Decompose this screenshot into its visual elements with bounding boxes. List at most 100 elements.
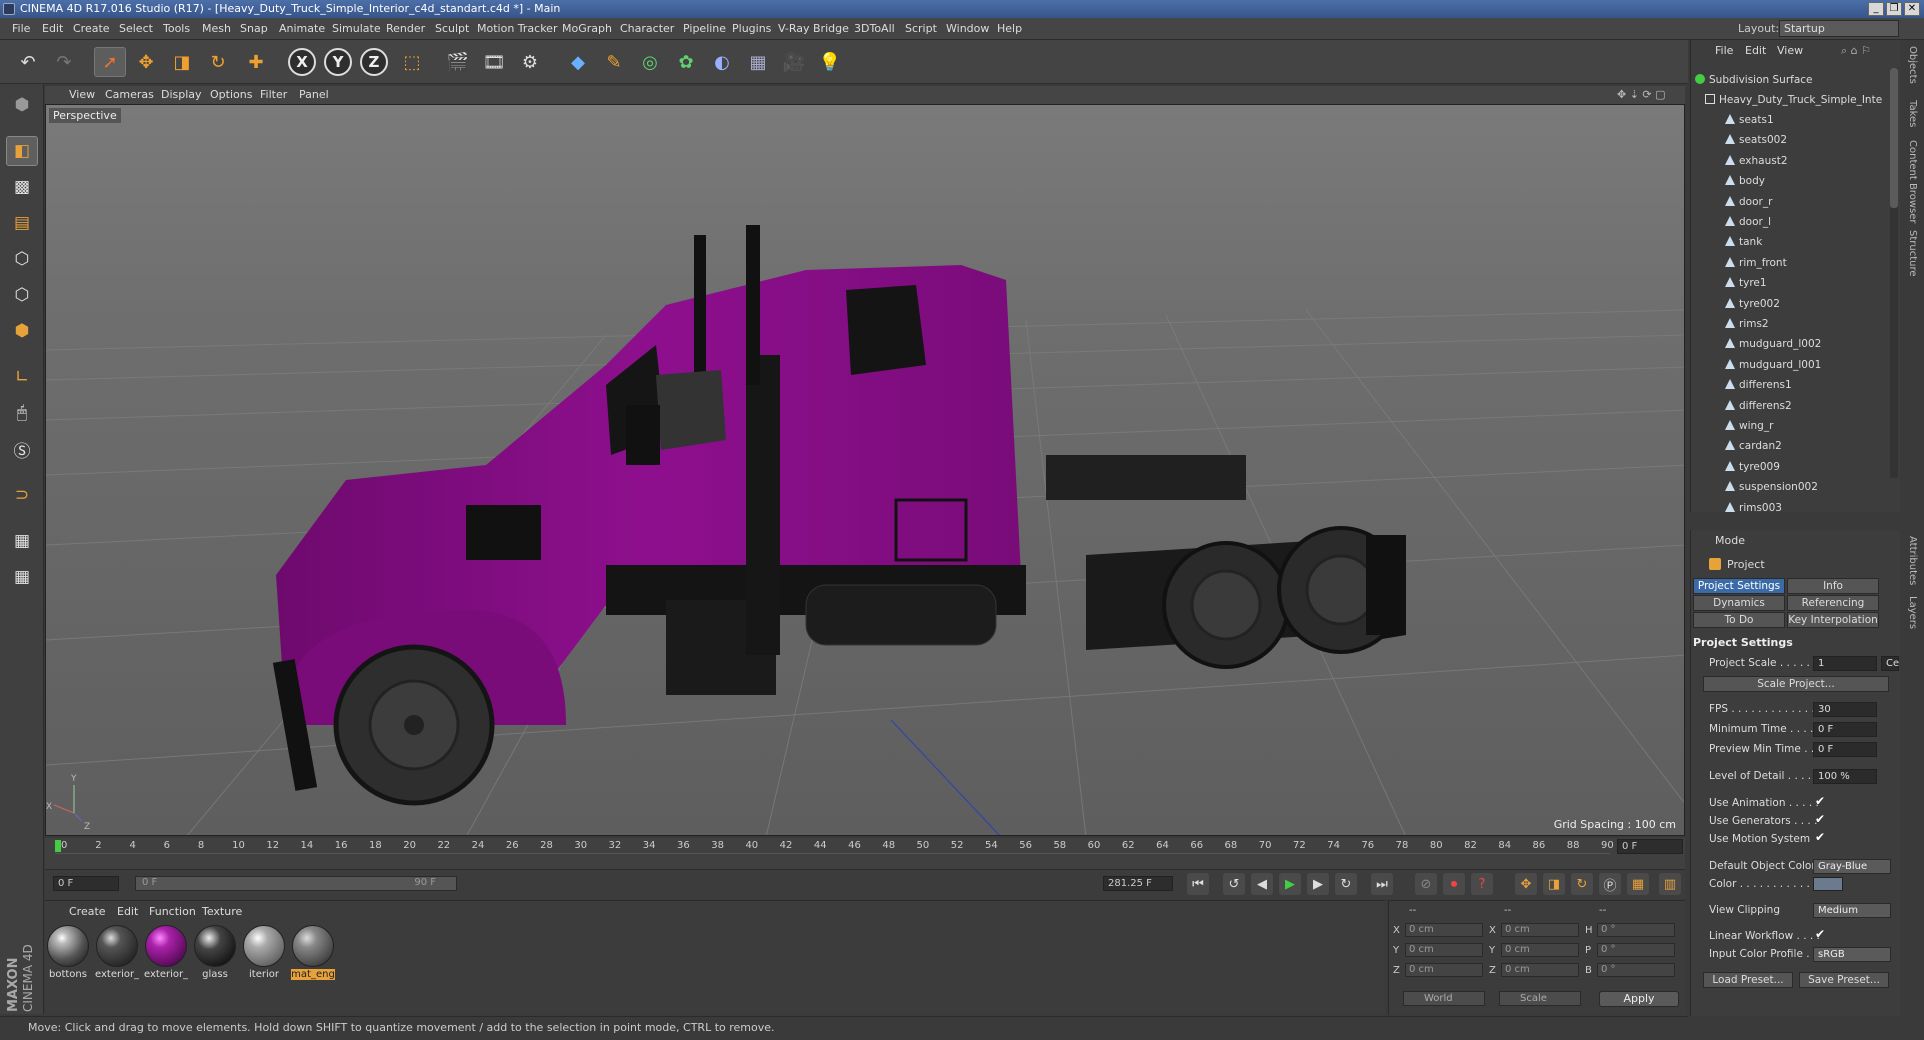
planar-workplane-icon[interactable]: ▦ <box>6 562 38 592</box>
tweak-mode-icon[interactable]: 🖱 <box>6 398 38 428</box>
apply-button[interactable]: Apply <box>1599 991 1679 1007</box>
tab-key-interpolation[interactable]: Key Interpolation <box>1787 612 1879 628</box>
menu-mograph[interactable]: MoGraph <box>562 22 612 35</box>
material-bottons[interactable]: bottons <box>46 925 90 987</box>
size-y-field[interactable]: 0 cm <box>1501 943 1579 957</box>
points-mode-icon[interactable]: ⬡ <box>6 244 38 274</box>
cube-icon[interactable]: ◆ <box>562 47 594 77</box>
viewport-nav-icons[interactable]: ✥ ⇣ ⟳ ▢ <box>1617 88 1666 101</box>
x-axis-button[interactable]: X <box>286 47 318 77</box>
menu-character[interactable]: Character <box>620 22 674 35</box>
prev-frame-icon[interactable]: ◀ <box>1251 873 1273 895</box>
render-settings-icon[interactable]: ⚙ <box>514 47 546 77</box>
key-pla-icon[interactable]: ▦ <box>1627 873 1649 895</box>
timeline-track[interactable] <box>55 838 1610 854</box>
pen-icon[interactable]: ✎ <box>598 47 630 77</box>
mat-menu-edit[interactable]: Edit <box>117 905 138 918</box>
subdivision-icon[interactable]: ◎ <box>634 47 666 77</box>
goto-end-icon[interactable]: ⏭ <box>1371 873 1393 895</box>
maximize-button[interactable]: ❐ <box>1886 2 1902 16</box>
menu-tools[interactable]: Tools <box>163 22 190 35</box>
scale-project-button[interactable]: Scale Project... <box>1703 676 1889 692</box>
view-clipping-select[interactable]: Medium <box>1813 903 1891 918</box>
snap-icon[interactable]: ⊃ <box>6 480 38 510</box>
linear-workflow-check[interactable]: ✔ <box>1815 927 1825 941</box>
axis-mode-icon[interactable]: ∟ <box>6 362 38 392</box>
tree-item-object[interactable]: rims003 <box>1725 498 1921 518</box>
timeline-window-icon[interactable]: ▥ <box>1659 873 1681 895</box>
menu-render[interactable]: Render <box>386 22 425 35</box>
menu-sculpt[interactable]: Sculpt <box>435 22 469 35</box>
side-tab-layers[interactable]: Layers <box>1904 596 1924 646</box>
color-swatch[interactable] <box>1813 877 1843 891</box>
key-parameter-icon[interactable]: Ⓟ <box>1599 873 1621 895</box>
y-axis-button[interactable]: Y <box>322 47 354 77</box>
solo-icon[interactable]: Ⓢ <box>6 434 38 464</box>
edges-mode-icon[interactable]: ⬡ <box>6 280 38 310</box>
menu-window[interactable]: Window <box>946 22 989 35</box>
vp-menu-options[interactable]: Options <box>210 88 252 101</box>
obj-menu-file[interactable]: File <box>1715 44 1733 57</box>
next-key-icon[interactable]: ↻ <box>1335 873 1357 895</box>
size-z-field[interactable]: 0 cm <box>1501 963 1579 977</box>
mat-menu-texture[interactable]: Texture <box>202 905 242 918</box>
key-rotation-icon[interactable]: ↻ <box>1571 873 1593 895</box>
preview-min-field[interactable]: 0 F <box>1813 742 1877 757</box>
menu-create[interactable]: Create <box>73 22 110 35</box>
prev-key-icon[interactable]: ↺ <box>1223 873 1245 895</box>
record-keys-icon[interactable]: ⊘ <box>1415 873 1437 895</box>
min-time-field[interactable]: 0 F <box>1813 722 1877 737</box>
live-select-icon[interactable]: ✚ <box>240 47 272 77</box>
mat-menu-create[interactable]: Create <box>69 905 106 918</box>
menu-simulate[interactable]: Simulate <box>332 22 381 35</box>
obj-search-icon[interactable]: ⌕ ⌂ ⚐ <box>1841 44 1871 58</box>
obj-menu-edit[interactable]: Edit <box>1745 44 1766 57</box>
menu-file[interactable]: File <box>12 22 30 35</box>
start-frame-field[interactable]: 0 F <box>53 876 119 891</box>
redo-icon[interactable]: ↷ <box>48 47 80 77</box>
vp-menu-view[interactable]: View <box>69 88 95 101</box>
render-picture-viewer-icon[interactable]: 🎞 <box>478 47 510 77</box>
side-tab-takes[interactable]: Takes <box>1904 100 1924 140</box>
vp-menu-panel[interactable]: Panel <box>299 88 329 101</box>
tree-item-subdivision[interactable]: Subdivision Surface <box>1695 70 1891 90</box>
goto-start-icon[interactable]: ⏮ <box>1187 873 1209 895</box>
tree-item-truck[interactable]: Heavy_Duty_Truck_Simple_Inte <box>1705 90 1901 110</box>
project-scale-unit[interactable]: Ce <box>1881 656 1899 671</box>
vp-menu-filter[interactable]: Filter <box>260 88 287 101</box>
end-frame-field[interactable]: 281.25 F <box>1103 876 1173 891</box>
deformer-icon[interactable]: ◐ <box>706 47 738 77</box>
fps-field[interactable]: 30 <box>1813 702 1877 717</box>
texture-mode-icon[interactable]: ▩ <box>6 172 38 202</box>
coord-space-select[interactable]: World <box>1403 991 1485 1006</box>
current-frame-field[interactable]: 0 F <box>1617 839 1683 854</box>
render-view-icon[interactable]: 🎬 <box>442 47 474 77</box>
menu-3dtoall[interactable]: 3DToAll <box>854 22 895 35</box>
menu-motion-tracker[interactable]: Motion Tracker <box>477 22 557 35</box>
material-exterior-2[interactable]: exterior_ <box>144 925 188 987</box>
autokey-icon[interactable]: ⏺ <box>1443 873 1465 895</box>
menu-edit[interactable]: Edit <box>42 22 63 35</box>
material-iterior[interactable]: iterior <box>242 925 286 987</box>
polygons-mode-icon[interactable]: ⬢ <box>6 316 38 346</box>
menu-select[interactable]: Select <box>119 22 153 35</box>
input-profile-select[interactable]: sRGB <box>1813 947 1891 962</box>
rot-p-field[interactable]: 0 ° <box>1597 943 1675 957</box>
menu-snap[interactable]: Snap <box>240 22 268 35</box>
next-frame-icon[interactable]: ▶ <box>1307 873 1329 895</box>
camera-icon[interactable]: 🎥 <box>778 47 810 77</box>
perspective-viewport[interactable]: Y Z X Perspective Grid Spacing : 100 cm <box>45 104 1685 836</box>
keyframe-selection-icon[interactable]: ? <box>1471 873 1493 895</box>
pos-y-field[interactable]: 0 cm <box>1405 943 1483 957</box>
light-icon[interactable]: 💡 <box>814 47 846 77</box>
layout-select[interactable]: Startup <box>1779 20 1899 37</box>
project-scale-field[interactable]: 1 <box>1813 656 1877 671</box>
tab-to-do[interactable]: To Do <box>1693 612 1785 628</box>
minimize-button[interactable]: _ <box>1868 2 1884 16</box>
side-tab-content-browser[interactable]: Content Browser <box>1904 140 1924 230</box>
lock-workplane-icon[interactable]: ▦ <box>6 526 38 556</box>
save-preset-button[interactable]: Save Preset... <box>1799 972 1889 988</box>
z-axis-button[interactable]: Z <box>358 47 390 77</box>
load-preset-button[interactable]: Load Preset... <box>1703 972 1793 988</box>
coord-system-icon[interactable]: ⬚ <box>396 47 428 77</box>
